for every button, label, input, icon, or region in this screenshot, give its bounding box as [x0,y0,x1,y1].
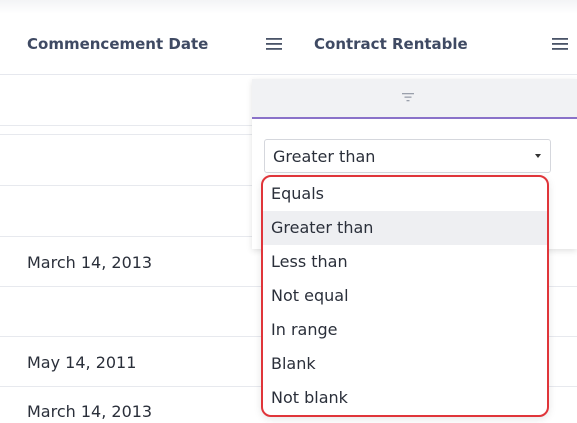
table-cell-commencement-date: March 14, 2013 [27,253,153,272]
option-label: Equals [271,184,324,203]
filter-operator-select[interactable]: Greater than [264,139,551,173]
dropdown-option-not-equal[interactable]: Not equal [263,279,547,313]
top-strip [0,0,577,14]
filter-operator-dropdown: Equals Greater than Less than Not equal … [261,175,549,417]
filter-icon[interactable] [401,91,415,103]
table-cell-commencement-date: May 14, 2011 [27,353,137,372]
option-label: Greater than [271,218,374,237]
option-label: Blank [271,354,316,373]
grid-header: Commencement Date Contract Rentable [0,14,577,75]
option-label: In range [271,320,338,339]
data-grid: Commencement Date Contract Rentable Marc… [0,0,577,423]
dropdown-option-greater-than[interactable]: Greater than [263,211,547,245]
filter-tab[interactable] [252,79,577,119]
column-menu-icon[interactable] [264,36,284,52]
column-menu-icon[interactable] [550,36,570,52]
dropdown-option-equals[interactable]: Equals [263,177,547,211]
option-label: Not equal [271,286,349,305]
option-label: Less than [271,252,348,271]
dropdown-option-blank[interactable]: Blank [263,347,547,381]
column-header-contract-rentable[interactable]: Contract Rentable [314,35,468,53]
caret-down-icon [535,154,541,158]
dropdown-option-not-blank[interactable]: Not blank [263,381,547,415]
column-header-commencement-date[interactable]: Commencement Date [27,35,208,53]
filter-operator-value: Greater than [273,147,376,166]
dropdown-option-in-range[interactable]: In range [263,313,547,347]
option-label: Not blank [271,388,348,407]
table-cell-commencement-date: March 14, 2013 [27,402,153,421]
dropdown-option-less-than[interactable]: Less than [263,245,547,279]
